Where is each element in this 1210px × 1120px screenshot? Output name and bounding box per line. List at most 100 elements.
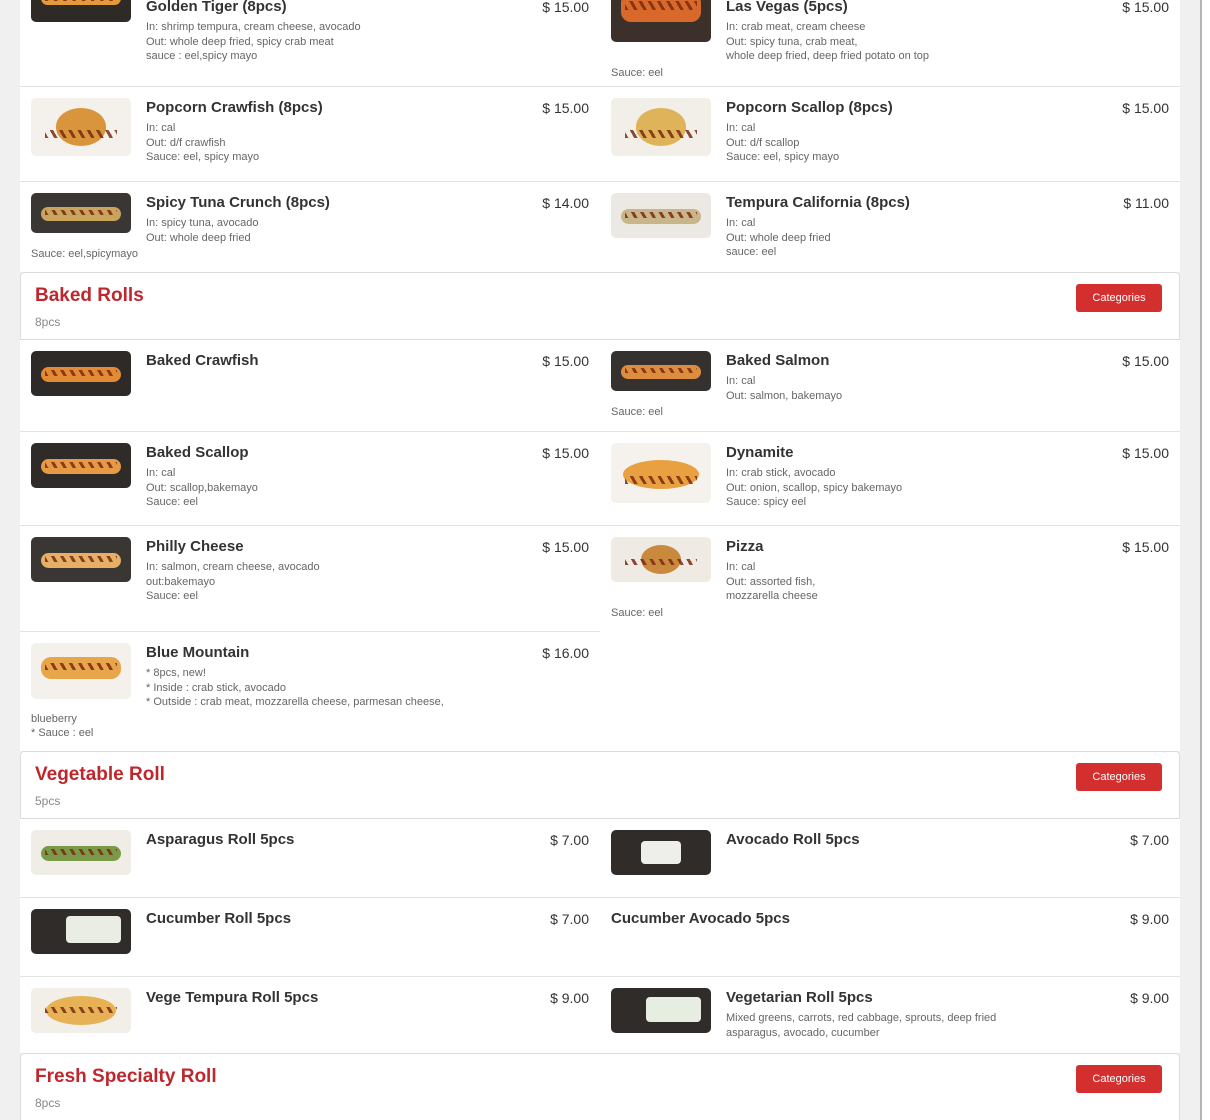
item-price: $ 7.00: [550, 911, 589, 927]
item-price: $ 15.00: [1122, 100, 1169, 116]
item-sauce: Sauce: eel: [611, 606, 663, 619]
menu-item-philly-cheese[interactable]: Philly Cheese In: salmon, cream cheese, …: [20, 526, 600, 632]
item-name: Las Vegas (5pcs): [726, 0, 848, 15]
item-description: In: cal Out: d/f crawfish Sauce: eel, sp…: [146, 122, 260, 163]
item-description: In: cal Out: assorted fish, mozzarella c…: [726, 561, 818, 602]
section-header-vegetable-roll: Vegetable Roll 5pcs Categories: [20, 751, 1180, 819]
item-photo: [31, 0, 131, 22]
categories-button[interactable]: Categories: [1076, 284, 1162, 312]
item-name: Dynamite: [726, 444, 794, 461]
item-name: Popcorn Scallop (8pcs): [726, 99, 893, 116]
item-description: * 8pcs, new! * Inside : crab stick, avoc…: [146, 667, 444, 708]
menu-item-asparagus-roll[interactable]: Asparagus Roll 5pcs $ 7.00: [20, 819, 600, 897]
item-price: $ 15.00: [542, 0, 589, 15]
item-price: $ 15.00: [542, 539, 589, 555]
categories-button[interactable]: Categories: [1076, 1065, 1162, 1093]
menu-item-vegetarian-roll[interactable]: Vegetarian Roll 5pcs Mixed greens, carro…: [600, 977, 1180, 1053]
menu-item-baked-salmon[interactable]: Baked Salmon In: cal Out: salmon, bakema…: [600, 340, 1180, 431]
item-price: $ 7.00: [1130, 832, 1169, 848]
section-subtitle: 5pcs: [35, 794, 61, 808]
item-photo: [611, 98, 711, 156]
section-title: Vegetable Roll: [35, 764, 165, 785]
menu-row: Vege Tempura Roll 5pcs $ 9.00 Vegetarian…: [20, 977, 1180, 1053]
item-photo: [31, 909, 131, 954]
item-price: $ 15.00: [1122, 353, 1169, 369]
item-photo: [31, 643, 131, 699]
menu-item-baked-crawfish[interactable]: Baked Crawfish $ 15.00: [20, 340, 600, 431]
section-subtitle: 8pcs: [35, 315, 61, 329]
item-name: Vegetarian Roll 5pcs: [726, 989, 873, 1006]
item-description: In: cal Out: d/f scallop Sauce: eel, spi…: [726, 122, 840, 163]
section-header-baked-rolls: Baked Rolls 8pcs Categories: [20, 272, 1180, 340]
specialty-items-block: Golden Tiger (8pcs) In: shrimp tempura, …: [20, 0, 1180, 272]
item-sauce: Sauce: eel,spicymayo: [31, 248, 138, 260]
item-name: Vege Tempura Roll 5pcs: [146, 989, 319, 1006]
item-description: In: cal Out: whole deep fried sauce: eel: [726, 217, 831, 258]
categories-button[interactable]: Categories: [1076, 763, 1162, 791]
item-name: Golden Tiger (8pcs): [146, 0, 287, 15]
item-sauce: blueberry * Sauce : eel: [31, 712, 94, 740]
item-price: $ 15.00: [1122, 0, 1169, 15]
menu-item-popcorn-scallop[interactable]: Popcorn Scallop (8pcs) In: cal Out: d/f …: [600, 87, 1180, 181]
menu-row: Baked Crawfish $ 15.00 Baked Salmon In: …: [20, 340, 1180, 432]
item-name: Avocado Roll 5pcs: [726, 831, 860, 848]
item-description: In: salmon, cream cheese, avocado out:ba…: [146, 561, 320, 602]
item-photo: [611, 537, 711, 582]
item-name: Tempura California (8pcs): [726, 194, 910, 211]
item-description: Mixed greens, carrots, red cabbage, spro…: [726, 1012, 997, 1039]
item-price: $ 9.00: [1130, 990, 1169, 1006]
menu-item-pizza[interactable]: Pizza In: cal Out: assorted fish, mozzar…: [600, 526, 1180, 632]
item-price: $ 15.00: [542, 445, 589, 461]
item-description: In: shrimp tempura, cream cheese, avocad…: [146, 21, 361, 62]
menu-item-golden-tiger[interactable]: Golden Tiger (8pcs) In: shrimp tempura, …: [20, 0, 600, 86]
menu-row: Asparagus Roll 5pcs $ 7.00 Avocado Roll …: [20, 819, 1180, 898]
menu-item-popcorn-crawfish[interactable]: Popcorn Crawfish (8pcs) In: cal Out: d/f…: [20, 87, 600, 181]
item-price: $ 15.00: [542, 100, 589, 116]
item-price: $ 15.00: [1122, 445, 1169, 461]
menu-item-tempura-california[interactable]: Tempura California (8pcs) In: cal Out: w…: [600, 182, 1180, 272]
item-name: Baked Scallop: [146, 444, 249, 461]
section-subtitle: 8pcs: [35, 1096, 61, 1110]
item-photo: [611, 351, 711, 391]
item-price: $ 7.00: [550, 832, 589, 848]
item-photo: [611, 443, 711, 503]
menu-item-vege-tempura-roll[interactable]: Vege Tempura Roll 5pcs $ 9.00: [20, 977, 600, 1053]
menu-item-cucumber-roll[interactable]: Cucumber Roll 5pcs $ 7.00: [20, 898, 600, 976]
vegetable-roll-items: Asparagus Roll 5pcs $ 7.00 Avocado Roll …: [20, 819, 1180, 1053]
empty-cell: [600, 632, 1180, 751]
menu-row: Cucumber Roll 5pcs $ 7.00 Cucumber Avoca…: [20, 898, 1180, 977]
item-photo: [31, 443, 131, 488]
menu-row: Philly Cheese In: salmon, cream cheese, …: [20, 526, 1180, 632]
menu-item-las-vegas[interactable]: Las Vegas (5pcs) In: crab meat, cream ch…: [600, 0, 1180, 86]
item-price: $ 15.00: [1122, 539, 1169, 555]
item-name: Cucumber Avocado 5pcs: [611, 910, 790, 927]
item-price: $ 15.00: [542, 353, 589, 369]
item-description: In: cal Out: salmon, bakemayo: [726, 375, 843, 402]
item-description: In: cal Out: scallop,bakemayo Sauce: eel: [146, 467, 258, 508]
item-name: Philly Cheese: [146, 538, 244, 555]
menu-page: Golden Tiger (8pcs) In: shrimp tempura, …: [20, 0, 1180, 1120]
section-title: Baked Rolls: [35, 285, 144, 306]
menu-item-cucumber-avocado[interactable]: Cucumber Avocado 5pcs $ 9.00: [600, 898, 1180, 976]
scrollbar[interactable]: [1200, 0, 1210, 1120]
menu-item-blue-mountain[interactable]: Blue Mountain * 8pcs, new! * Inside : cr…: [20, 632, 600, 751]
item-description: In: crab stick, avocado Out: onion, scal…: [726, 467, 903, 508]
menu-row: Golden Tiger (8pcs) In: shrimp tempura, …: [20, 0, 1180, 87]
item-price: $ 14.00: [542, 195, 589, 211]
item-name: Baked Salmon: [726, 352, 830, 369]
item-photo: [31, 830, 131, 875]
item-photo: [31, 988, 131, 1033]
item-photo: [31, 537, 131, 582]
menu-item-spicy-tuna-crunch[interactable]: Spicy Tuna Crunch (8pcs) In: spicy tuna,…: [20, 182, 600, 272]
menu-row: Spicy Tuna Crunch (8pcs) In: spicy tuna,…: [20, 182, 1180, 272]
baked-rolls-items: Baked Crawfish $ 15.00 Baked Salmon In: …: [20, 340, 1180, 751]
item-price: $ 16.00: [542, 645, 589, 661]
item-price: $ 9.00: [1130, 911, 1169, 927]
item-photo: [611, 988, 711, 1033]
item-sauce: Sauce: eel: [611, 66, 663, 79]
menu-item-dynamite[interactable]: Dynamite In: crab stick, avocado Out: on…: [600, 432, 1180, 525]
item-name: Pizza: [726, 538, 764, 555]
menu-item-avocado-roll[interactable]: Avocado Roll 5pcs $ 7.00: [600, 819, 1180, 897]
menu-item-baked-scallop[interactable]: Baked Scallop In: cal Out: scallop,bakem…: [20, 432, 600, 525]
item-name: Spicy Tuna Crunch (8pcs): [146, 194, 330, 211]
